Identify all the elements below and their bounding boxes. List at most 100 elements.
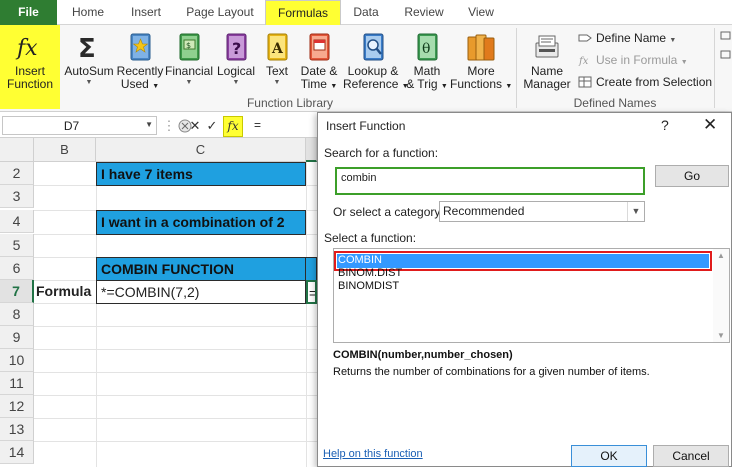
list-item[interactable]: BINOM.DIST bbox=[337, 267, 709, 281]
formula-input[interactable]: = bbox=[246, 116, 326, 135]
cell-d6[interactable] bbox=[305, 257, 317, 281]
column-header-c[interactable]: C bbox=[96, 138, 306, 162]
lookup-reference-label-2: Reference ▼ bbox=[343, 77, 409, 91]
svg-text:Σ: Σ bbox=[78, 34, 96, 63]
cancel-button[interactable]: Cancel bbox=[653, 445, 729, 467]
sigma-icon: Σ bbox=[78, 34, 96, 63]
fx-button[interactable]: fx bbox=[223, 116, 243, 137]
chevron-down-icon: ▼ bbox=[85, 79, 93, 86]
row-header-14[interactable]: 14 bbox=[0, 441, 34, 464]
column-header-d[interactable] bbox=[306, 138, 317, 162]
column-header-b[interactable]: B bbox=[34, 138, 96, 162]
math-trig-button[interactable]: θ Math & Trig ▼ bbox=[405, 25, 449, 97]
tab-page-layout[interactable]: Page Layout bbox=[180, 0, 260, 25]
tab-insert[interactable]: Insert bbox=[121, 0, 171, 25]
group-label-function-library: Function Library bbox=[246, 96, 334, 110]
gridline bbox=[34, 349, 317, 350]
recently-used-button[interactable]: Recently Used ▼ bbox=[116, 25, 164, 97]
row-header-6[interactable]: 6 bbox=[0, 257, 34, 280]
function-description: Returns the number of combinations for a… bbox=[333, 366, 650, 378]
search-input[interactable]: combin bbox=[335, 167, 645, 195]
define-name-label: Define Name bbox=[596, 31, 667, 45]
row-header-11[interactable]: 11 bbox=[0, 372, 34, 395]
list-item[interactable]: BINOMDIST bbox=[337, 280, 709, 294]
category-label: Or select a category: bbox=[333, 205, 444, 219]
dialog-title: Insert Function bbox=[326, 119, 406, 133]
tab-data[interactable]: Data bbox=[345, 0, 387, 25]
help-icon[interactable]: ? bbox=[661, 117, 669, 133]
category-select[interactable]: Recommended ▼ bbox=[439, 201, 645, 222]
gridline bbox=[34, 372, 317, 373]
row-header-3[interactable]: 3 bbox=[0, 185, 34, 208]
logical-button[interactable]: ? Logical ▼ bbox=[214, 25, 258, 97]
tab-file[interactable]: File bbox=[0, 0, 57, 25]
select-function-label: Select a function: bbox=[324, 231, 417, 245]
stacked-books-icon bbox=[467, 34, 495, 61]
financial-book-icon: $ bbox=[179, 33, 200, 61]
autosum-button[interactable]: Σ AutoSum ▼ bbox=[63, 25, 115, 97]
lookup-reference-button[interactable]: Lookup & Reference ▼ bbox=[343, 25, 409, 97]
chevron-down-icon[interactable]: ▼ bbox=[717, 331, 725, 340]
row-header-5[interactable]: 5 bbox=[0, 234, 34, 257]
formula-auditing-icon[interactable] bbox=[720, 29, 732, 69]
financial-label: Financial bbox=[165, 64, 214, 78]
insert-function-button[interactable]: fx Insert Function bbox=[0, 25, 60, 109]
cell-b7[interactable]: Formula bbox=[34, 280, 96, 304]
tab-home[interactable]: Home bbox=[63, 0, 113, 25]
svg-text:θ: θ bbox=[422, 41, 430, 57]
ok-button[interactable]: OK bbox=[571, 445, 647, 467]
svg-text:fx: fx bbox=[578, 56, 589, 66]
chevron-down-icon: ▼ bbox=[627, 202, 644, 221]
tab-view[interactable]: View bbox=[458, 0, 504, 25]
chevron-down-icon: ▼ bbox=[680, 59, 688, 66]
name-box[interactable]: D7 ▼ bbox=[2, 116, 157, 135]
create-from-selection-label: Create from Selection bbox=[596, 75, 713, 89]
row-header-10[interactable]: 10 bbox=[0, 349, 34, 372]
list-scrollbar[interactable]: ▲ ▼ bbox=[713, 249, 729, 342]
row-header-9[interactable]: 9 bbox=[0, 326, 34, 349]
row-header-4[interactable]: 4 bbox=[0, 210, 34, 233]
close-icon[interactable]: ✕ bbox=[703, 115, 717, 135]
use-in-formula-button[interactable]: fx Use in Formula ▼ bbox=[578, 51, 688, 69]
go-button[interactable]: Go bbox=[655, 165, 729, 187]
create-from-selection-button[interactable]: Create from Selection bbox=[578, 73, 712, 91]
enter-checkmark-icon[interactable]: ✓ bbox=[203, 116, 221, 135]
text-button[interactable]: A Text ▼ bbox=[260, 25, 294, 97]
svg-text:?: ? bbox=[232, 39, 241, 58]
row-header-12[interactable]: 12 bbox=[0, 395, 34, 418]
define-name-button[interactable]: Define Name ▼ bbox=[578, 29, 676, 47]
cell-d7[interactable]: = bbox=[306, 280, 317, 304]
cell-c2[interactable]: I have 7 items bbox=[96, 162, 306, 186]
tab-formulas[interactable]: Formulas bbox=[265, 0, 341, 26]
cell-c4[interactable]: I want in a combination of 2 bbox=[96, 210, 306, 235]
logical-label: Logical bbox=[216, 64, 256, 78]
group-separator bbox=[516, 28, 517, 108]
theta-book-icon: θ bbox=[417, 33, 438, 61]
more-functions-button[interactable]: More Functions ▼ bbox=[450, 25, 512, 97]
cell-c7[interactable]: *=COMBIN(7,2) bbox=[96, 280, 306, 304]
function-signature: COMBIN(number,number_chosen) bbox=[333, 349, 513, 361]
select-all-corner[interactable] bbox=[0, 138, 34, 162]
group-label-defined-names: Defined Names bbox=[573, 96, 657, 110]
date-time-button[interactable]: Date & Time ▼ bbox=[296, 25, 342, 97]
grid-selection-icon bbox=[578, 76, 592, 88]
chevron-up-icon[interactable]: ▲ bbox=[717, 251, 725, 260]
chevron-down-icon: ▼ bbox=[185, 79, 193, 86]
name-manager-button[interactable]: Name Manager bbox=[520, 25, 574, 97]
cell-c6[interactable]: COMBIN FUNCTION bbox=[96, 257, 306, 281]
help-link[interactable]: Help on this function bbox=[323, 448, 423, 460]
text-label: Text bbox=[265, 64, 288, 78]
ribbon: fx Insert Function Σ AutoSum ▼ Recently … bbox=[0, 25, 732, 112]
row-header-8[interactable]: 8 bbox=[0, 303, 34, 326]
financial-button[interactable]: $ Financial ▼ bbox=[165, 25, 213, 97]
close-icon[interactable]: ✕ bbox=[186, 116, 204, 135]
star-book-icon bbox=[130, 33, 151, 61]
list-item[interactable]: COMBIN bbox=[334, 251, 712, 271]
tab-review[interactable]: Review bbox=[398, 0, 450, 25]
function-list[interactable]: COMBIN BINOM.DIST BINOMDIST ▲ ▼ bbox=[333, 248, 730, 343]
gridline bbox=[306, 162, 307, 467]
row-header-7[interactable]: 7 bbox=[0, 280, 34, 303]
use-in-formula-label: Use in Formula bbox=[596, 53, 678, 67]
row-header-13[interactable]: 13 bbox=[0, 418, 34, 441]
row-header-2[interactable]: 2 bbox=[0, 162, 34, 185]
